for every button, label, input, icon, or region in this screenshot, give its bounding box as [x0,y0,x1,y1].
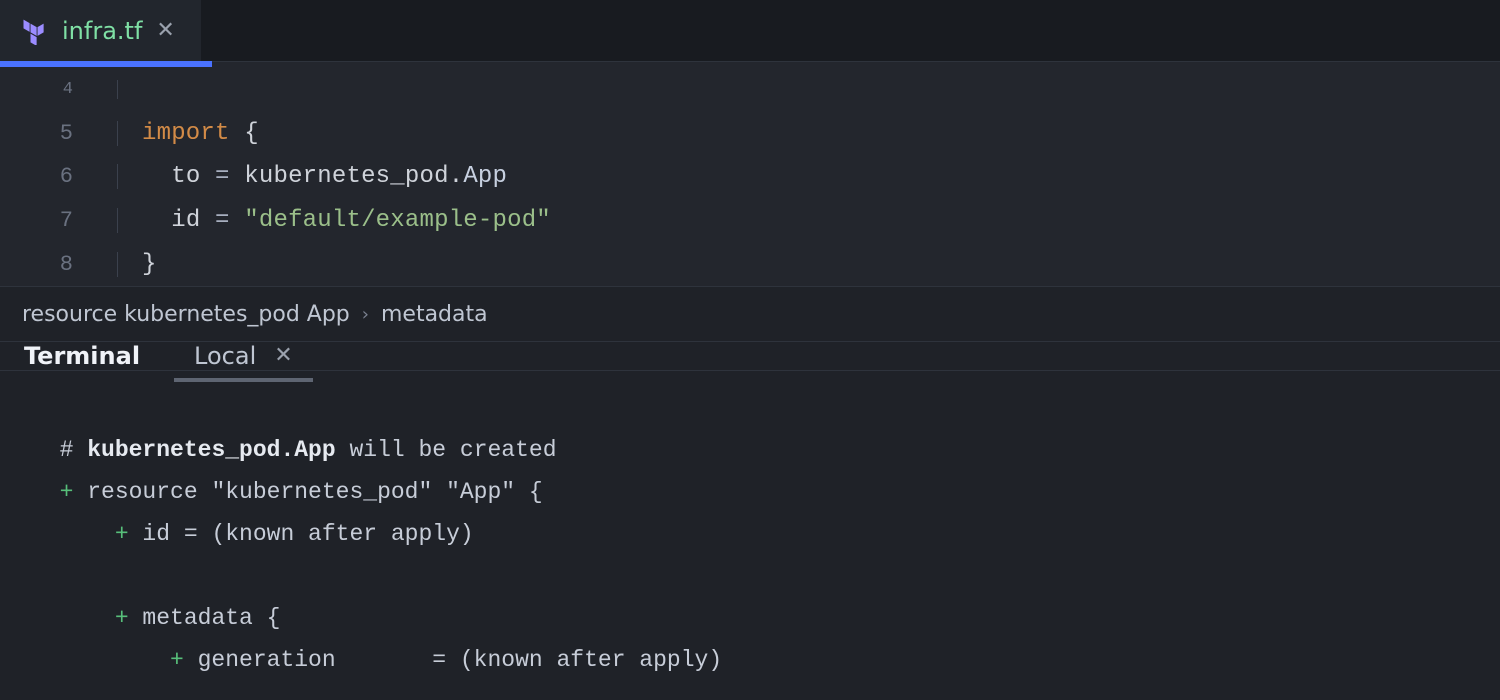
terraform-icon [20,17,48,45]
terminal-panel: Terminal Local ✕ # kubernetes_pod.App wi… [0,342,1500,700]
editor-tab-infra[interactable]: infra.tf ✕ [0,0,201,61]
code-line: 4 [0,68,1500,112]
code-line: 5 import { [0,112,1500,156]
code-line: 8 } [0,242,1500,286]
breadcrumb-seg[interactable]: resource kubernetes_pod App [22,302,350,327]
breadcrumb: resource kubernetes_pod App › metadata [0,286,1500,342]
line-number: 8 [0,252,118,277]
terminal-output[interactable]: # kubernetes_pod.App will be created + r… [0,371,1500,700]
close-icon[interactable]: ✕ [156,20,174,42]
panel-title[interactable]: Terminal [10,342,154,370]
tab-filename: infra.tf [62,17,142,45]
breadcrumb-seg[interactable]: metadata [381,302,488,327]
line-number: 6 [0,164,118,189]
code-line: 7 id = "default/example-pod" [0,199,1500,243]
terminal-tab-local[interactable]: Local ✕ [184,342,303,370]
code-line: 6 to = kubernetes_pod.App [0,155,1500,199]
panel-tabbar: Terminal Local ✕ [0,342,1500,371]
line-number: 5 [0,121,118,146]
close-icon[interactable]: ✕ [274,345,292,367]
line-number: 4 [0,80,118,99]
tab-active-indicator [0,61,212,67]
line-number: 7 [0,208,118,233]
code-editor[interactable]: 4 5 import { 6 to = kubernetes_pod.App 7… [0,62,1500,286]
editor-tabbar: infra.tf ✕ [0,0,1500,62]
terminal-tab-label: Local [194,342,256,370]
chevron-right-icon: › [362,304,369,325]
